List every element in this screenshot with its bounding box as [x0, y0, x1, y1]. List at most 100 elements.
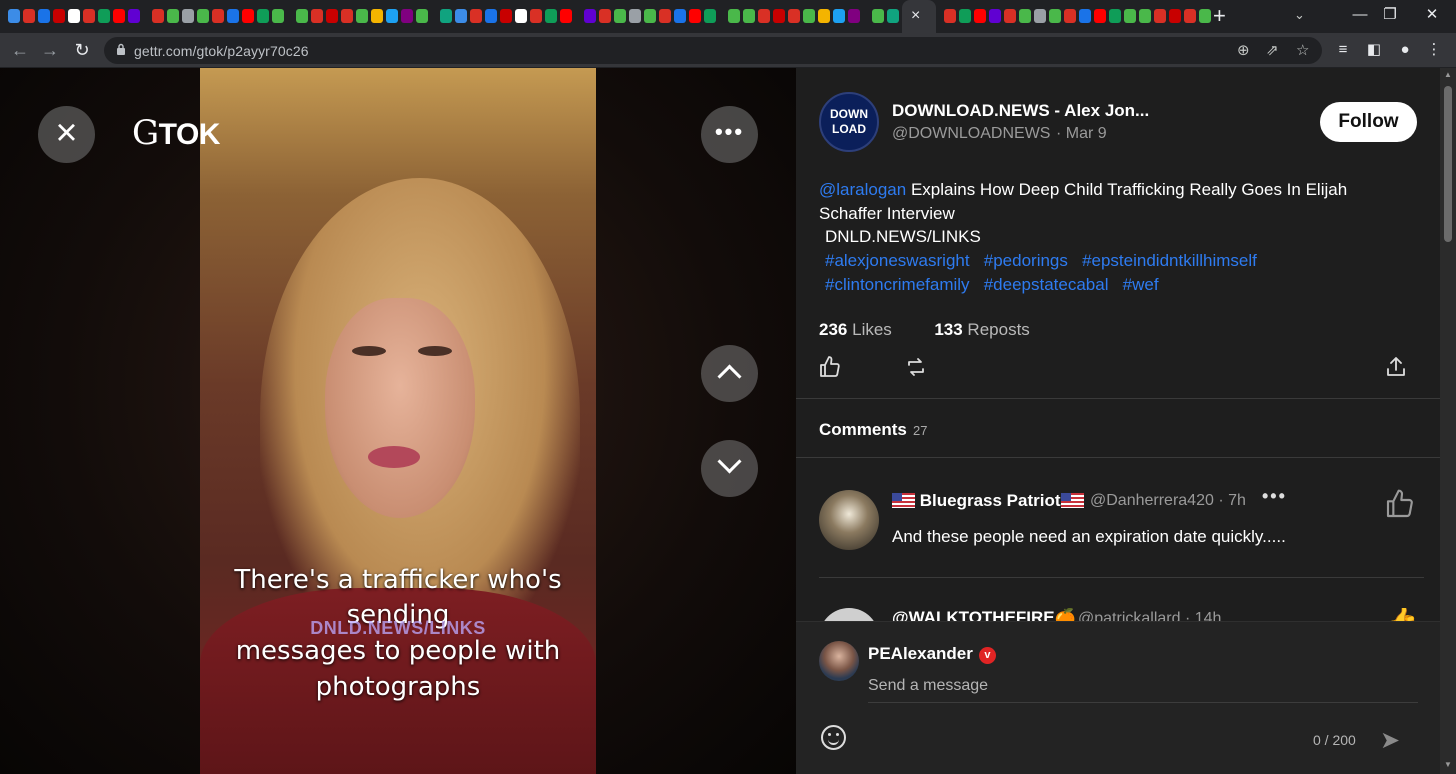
tab-favicon-icon[interactable] [872, 9, 884, 23]
tab-favicon-icon[interactable] [773, 9, 785, 23]
tab-favicon-icon[interactable] [416, 9, 428, 23]
tab-favicon-icon[interactable] [1079, 9, 1091, 23]
tab-favicon-icon[interactable] [182, 9, 194, 23]
tab-favicon-icon[interactable] [386, 9, 398, 23]
tab-favicon-icon[interactable] [1064, 9, 1076, 23]
tab-favicon-icon[interactable] [833, 9, 845, 23]
comment-author-handle[interactable]: @patrickallard · 14h [1078, 610, 1221, 621]
tab-favicon-icon[interactable] [989, 9, 1001, 23]
hashtag-link[interactable]: #deepstatecabal [984, 275, 1109, 294]
comment-like-icon[interactable] [1384, 488, 1416, 520]
comment-item[interactable]: @WALKTOTHEFIRE🍊 @patrickallard · 14h 👍 [796, 608, 1440, 621]
comment-author-handle[interactable]: @Danherrera420 · 7h [1090, 492, 1246, 510]
tab-favicon-icon[interactable] [584, 9, 596, 23]
minimize-icon[interactable]: — [1348, 4, 1372, 26]
scroll-thumb[interactable] [1444, 86, 1452, 242]
tab-favicon-icon[interactable] [401, 9, 413, 23]
tab-favicon-icon[interactable] [440, 9, 452, 23]
next-video-button[interactable] [701, 440, 758, 497]
tab-favicon-icon[interactable] [1199, 9, 1211, 23]
reposts-label[interactable]: Reposts [967, 320, 1029, 339]
comment-avatar[interactable] [819, 608, 879, 621]
follow-button[interactable]: Follow [1320, 102, 1417, 142]
send-icon[interactable]: ➤ [1380, 726, 1400, 755]
tab-favicon-icon[interactable] [113, 9, 125, 23]
comment-author-name[interactable]: @WALKTOTHEFIRE🍊 [892, 608, 1076, 621]
restore-icon[interactable]: ❐ [1378, 4, 1402, 26]
comment-avatar[interactable] [819, 490, 879, 550]
hashtag-link[interactable]: #pedorings [984, 251, 1068, 270]
tab-favicon-icon[interactable] [296, 9, 308, 23]
hashtag-link[interactable]: #epsteindidntkillhimself [1082, 251, 1257, 270]
menu-kebab-icon[interactable]: ⋮ [1423, 39, 1445, 61]
tab-favicon-icon[interactable] [560, 9, 572, 23]
more-options-button[interactable]: ••• [701, 106, 758, 163]
tab-favicon-icon[interactable] [1109, 9, 1121, 23]
tab-favicon-icon[interactable] [674, 9, 686, 23]
tab-favicon-icon[interactable] [689, 9, 701, 23]
profile-icon[interactable]: ● [1394, 39, 1416, 61]
tab-favicon-icon[interactable] [8, 9, 20, 23]
reload-icon[interactable]: ↻ [70, 38, 94, 62]
message-input[interactable] [868, 669, 1418, 703]
author-name[interactable]: DOWNLOAD.NEWS - Alex Jon... [892, 101, 1149, 121]
bookmark-star-icon[interactable]: ☆ [1296, 41, 1309, 61]
tab-favicon-icon[interactable] [1094, 9, 1106, 23]
share-icon[interactable] [1384, 355, 1408, 379]
emoji-icon[interactable] [821, 725, 846, 750]
comment-author-name[interactable]: Bluegrass Patriot [892, 491, 1084, 511]
tab-favicon-icon[interactable] [38, 9, 50, 23]
tab-favicon-icon[interactable] [485, 9, 497, 23]
scrollbar[interactable]: ▲ ▼ [1440, 68, 1456, 774]
share-page-icon[interactable]: ⇗ [1266, 41, 1279, 61]
tab-favicon-icon[interactable] [227, 9, 239, 23]
window-close-icon[interactable]: ✕ [1420, 4, 1444, 26]
tab-favicon-icon[interactable] [803, 9, 815, 23]
tab-favicon-icon[interactable] [455, 9, 467, 23]
mention-link[interactable]: @laralogan [819, 180, 906, 199]
tab-favicon-icon[interactable] [629, 9, 641, 23]
tab-favicon-icon[interactable] [887, 9, 899, 23]
previous-video-button[interactable] [701, 345, 758, 402]
tab-favicon-icon[interactable] [1184, 9, 1196, 23]
video-player[interactable]: There's a trafficker who's sending DNLD.… [0, 68, 796, 774]
tab-favicon-icon[interactable] [257, 9, 269, 23]
tab-favicon-icon[interactable] [743, 9, 755, 23]
tab-favicon-icon[interactable] [848, 9, 860, 23]
scroll-down-icon[interactable]: ▼ [1440, 760, 1456, 769]
tab-favicon-icon[interactable] [659, 9, 671, 23]
zoom-icon[interactable]: ⊕ [1237, 41, 1250, 61]
tab-favicon-icon[interactable] [242, 9, 254, 23]
tab-favicon-icon[interactable] [545, 9, 557, 23]
new-tab-button[interactable]: + [1213, 3, 1226, 29]
tab-favicon-icon[interactable] [515, 9, 527, 23]
tab-favicon-icon[interactable] [1049, 9, 1061, 23]
tab-favicon-icon[interactable] [500, 9, 512, 23]
hashtag-link[interactable]: #wef [1123, 275, 1159, 294]
tab-favicon-icon[interactable] [1004, 9, 1016, 23]
hashtag-link[interactable]: #clintoncrimefamily [825, 275, 970, 294]
tab-favicon-icon[interactable] [53, 9, 65, 23]
tab-favicon-icon[interactable] [371, 9, 383, 23]
forward-icon[interactable]: → [38, 38, 62, 62]
post-link[interactable]: DNLD.NEWS/LINKS [825, 225, 981, 249]
tab-favicon-icon[interactable] [83, 9, 95, 23]
tab-favicon-icon[interactable] [974, 9, 986, 23]
author-handle[interactable]: @DOWNLOADNEWS [892, 125, 1050, 143]
tab-favicon-icon[interactable] [197, 9, 209, 23]
tab-favicon-icon[interactable] [1154, 9, 1166, 23]
tab-favicon-icon[interactable] [959, 9, 971, 23]
address-bar[interactable]: gettr.com/gtok/p2ayyr70c26 ⊕ ⇗ ☆ [104, 37, 1322, 64]
tab-favicon-icon[interactable] [341, 9, 353, 23]
tab-favicon-icon[interactable] [728, 9, 740, 23]
video-frame[interactable]: There's a trafficker who's sending DNLD.… [200, 68, 596, 774]
reading-list-icon[interactable]: ≡ [1332, 39, 1354, 61]
back-icon[interactable]: ← [8, 38, 32, 62]
tab-favicon-icon[interactable] [98, 9, 110, 23]
hashtag-link[interactable]: #alexjoneswasright [825, 251, 970, 270]
tab-favicon-icon[interactable] [212, 9, 224, 23]
tab-favicon-icon[interactable] [758, 9, 770, 23]
tab-favicon-icon[interactable] [614, 9, 626, 23]
tab-favicon-icon[interactable] [1169, 9, 1181, 23]
tab-favicon-icon[interactable] [818, 9, 830, 23]
